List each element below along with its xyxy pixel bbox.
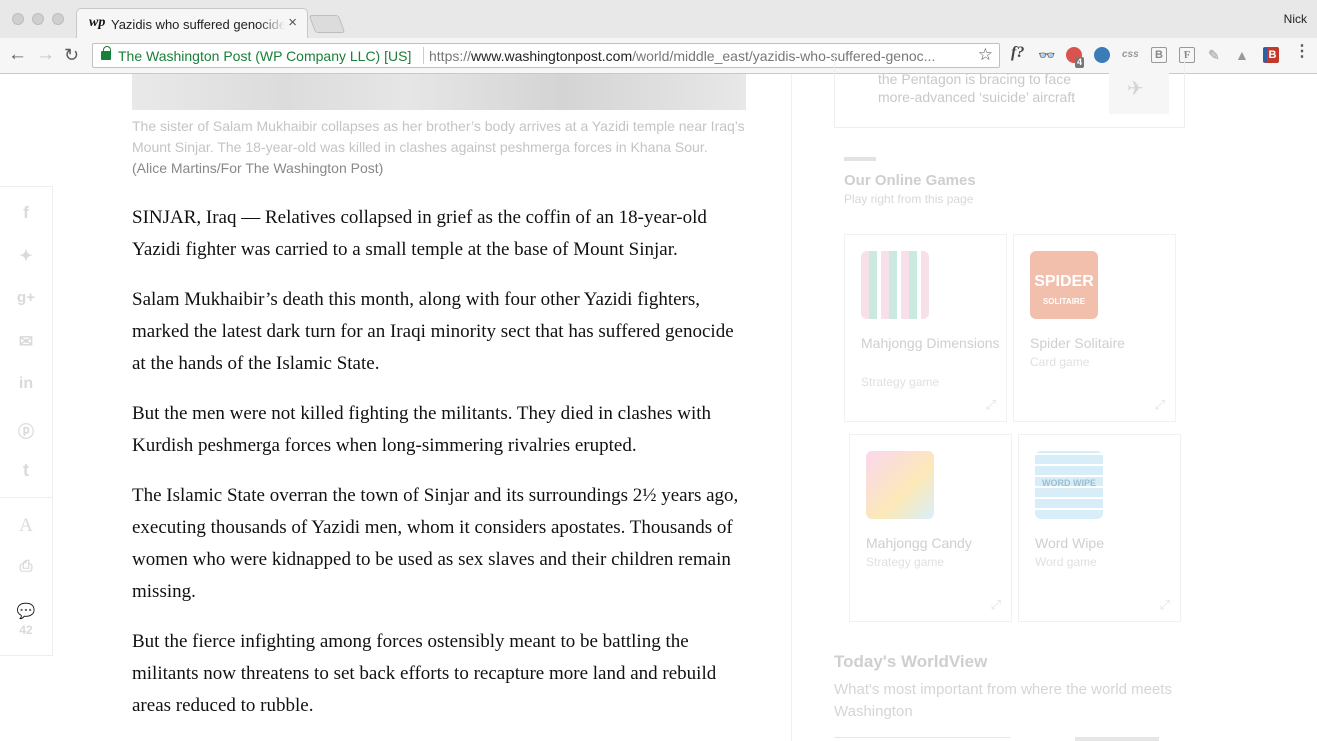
- profile-name[interactable]: Nick: [1284, 12, 1307, 26]
- game-type: Strategy game: [866, 555, 945, 569]
- related-story-text[interactable]: the Pentagon is bracing to face more-adv…: [878, 70, 1098, 106]
- address-separator: [423, 47, 424, 64]
- games-subtitle: Play right from this page: [844, 192, 974, 206]
- game-card-spider-solitaire[interactable]: SPIDER SOLITAIRE Spider Solitaire Card ga…: [1013, 234, 1176, 422]
- game-name[interactable]: Word Wipe: [1035, 533, 1175, 553]
- lock-icon: [101, 46, 111, 60]
- related-story-card[interactable]: the Pentagon is bracing to face more-adv…: [834, 54, 1185, 128]
- article-paragraph: SINJAR, Iraq — Relatives collapsed in gr…: [132, 207, 707, 260]
- article-body: SINJAR, Iraq — Relatives collapsed in gr…: [132, 202, 746, 740]
- games-title: Our Online Games: [844, 172, 976, 189]
- game-name[interactable]: Spider Solitaire: [1030, 333, 1170, 353]
- print-icon[interactable]: ⎙: [0, 558, 52, 576]
- browser-tab[interactable]: wp Yazidis who suffered genocide at the …: [76, 8, 308, 38]
- newsletter-signup-button[interactable]: [1075, 737, 1159, 741]
- game-card-word-wipe[interactable]: WORD WIPE Word Wipe Word game ⤢: [1018, 434, 1181, 622]
- comment-count[interactable]: 42: [0, 623, 52, 637]
- game-card-mahjongg-dimensions[interactable]: Mahjongg Dimensions Strategy game ⤢: [844, 234, 1007, 422]
- games-section-rule: [844, 157, 876, 161]
- window-minimize-button[interactable]: [32, 13, 44, 25]
- wp-favicon-icon: wp: [89, 15, 106, 30]
- back-arrow-icon[interactable]: ←: [8, 44, 27, 66]
- game-thumbnail[interactable]: SPIDER SOLITAIRE: [1030, 251, 1098, 319]
- font-size-icon[interactable]: A: [0, 515, 52, 537]
- rail-divider: [0, 497, 52, 498]
- window-close-button[interactable]: [12, 13, 24, 25]
- column-divider: [791, 74, 792, 741]
- game-type: Card game: [1030, 355, 1090, 369]
- twitter-icon[interactable]: ✦: [0, 246, 52, 266]
- article-paragraph: Salam Mukhaibir’s death this month, alon…: [132, 289, 734, 374]
- expand-icon[interactable]: ⤢: [1155, 397, 1165, 413]
- reload-icon[interactable]: ↻: [64, 44, 79, 66]
- menu-dots-icon[interactable]: ⋮: [1294, 44, 1310, 60]
- pen-extension-icon[interactable]: ✎: [1208, 47, 1220, 63]
- expand-icon[interactable]: ⤢: [1160, 597, 1170, 613]
- google-plus-icon[interactable]: g+: [0, 289, 52, 306]
- certificate-label[interactable]: The Washington Post (WP Company LLC) [US…: [118, 48, 411, 64]
- tumblr-icon[interactable]: t: [0, 460, 52, 481]
- expand-icon[interactable]: ⤢: [986, 397, 996, 413]
- window-zoom-button[interactable]: [52, 13, 64, 25]
- worldview-title: Today's WorldView: [834, 652, 988, 671]
- game-thumbnail[interactable]: [866, 451, 934, 519]
- newsletter-email-input[interactable]: [834, 737, 1010, 741]
- new-tab-button[interactable]: [308, 15, 346, 33]
- tab-close-icon[interactable]: ×: [288, 15, 297, 31]
- game-name[interactable]: Mahjongg Dimensions: [861, 333, 1001, 353]
- game-card-mahjongg-candy[interactable]: Mahjongg Candy Strategy game ⤢: [849, 434, 1012, 622]
- browser-tab-bar: wp Yazidis who suffered genocide at the …: [0, 0, 1317, 38]
- pinterest-icon[interactable]: ⓟ: [0, 418, 52, 442]
- forward-arrow-icon[interactable]: →: [36, 44, 55, 66]
- share-rail: f ✦ g+ ✉ in ⓟ t A ⎙ 💬 42: [0, 186, 53, 656]
- worldview-description: What's most important from where the wor…: [834, 681, 1172, 720]
- tab-title: Yazidis who suffered genocide at the han…: [111, 17, 285, 32]
- game-thumbnail[interactable]: WORD WIPE: [1035, 451, 1103, 519]
- mountain-extension-icon[interactable]: ▲: [1235, 47, 1249, 63]
- game-thumbnail[interactable]: [861, 251, 929, 319]
- game-name[interactable]: Mahjongg Candy: [866, 533, 1006, 553]
- photo-credit: (Alice Martins/For The Washington Post): [132, 160, 384, 176]
- game-type: Strategy game: [861, 375, 940, 389]
- expand-icon[interactable]: ⤢: [991, 597, 1001, 613]
- game-type: Word game: [1035, 555, 1097, 569]
- hero-photo: [132, 74, 746, 110]
- article-paragraph: But the men were not killed fighting the…: [132, 403, 712, 456]
- article-paragraph: But the fierce infighting among forces o…: [132, 631, 717, 716]
- email-icon[interactable]: ✉: [0, 332, 52, 352]
- related-story-thumbnail[interactable]: ✈: [1109, 64, 1169, 114]
- linkedin-icon[interactable]: in: [0, 375, 52, 393]
- facebook-icon[interactable]: f: [0, 203, 52, 223]
- article-paragraph: The Islamic State overran the town of Si…: [132, 485, 739, 602]
- blogger-extension-icon[interactable]: B: [1263, 47, 1279, 63]
- comments-icon[interactable]: 💬: [0, 602, 52, 620]
- drone-icon: ✈: [1127, 78, 1144, 100]
- photo-caption: The sister of Salam Mukhaibir collapses …: [132, 118, 745, 176]
